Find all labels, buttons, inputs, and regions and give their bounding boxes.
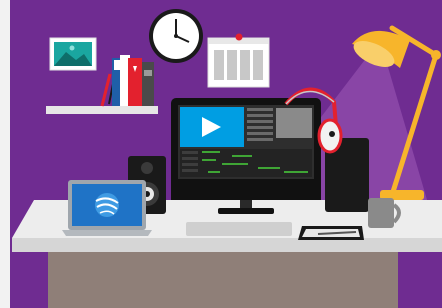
picture-frame-icon	[49, 37, 97, 71]
desk-front-edge	[12, 238, 442, 252]
wall-left-edge	[0, 0, 10, 308]
calendar-icon	[207, 33, 270, 88]
wall-shelf	[46, 106, 158, 114]
desk-cabinet	[48, 250, 398, 308]
clock-icon	[149, 9, 203, 63]
globe-logo-icon	[95, 193, 119, 217]
desktop-monitor	[171, 98, 321, 214]
office-desk-illustration	[0, 0, 442, 308]
drawing-tablet	[298, 226, 364, 240]
keyboard	[186, 222, 292, 236]
laptop	[62, 180, 152, 236]
